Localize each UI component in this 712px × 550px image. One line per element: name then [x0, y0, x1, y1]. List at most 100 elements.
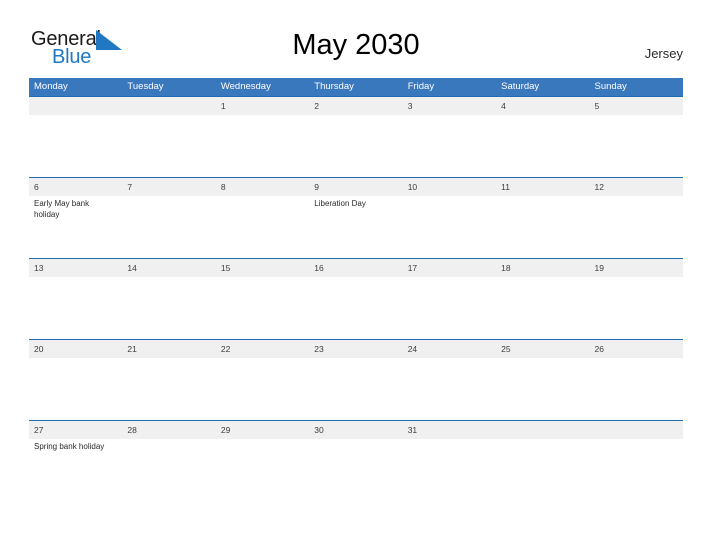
calendar-week-row: 6 7 8 9 10 11 12 Early May bank holiday … [29, 177, 683, 258]
day-number[interactable]: 24 [403, 340, 496, 358]
page-header: General Blue May 2030 Jersey [0, 0, 712, 78]
day-cell[interactable] [309, 115, 402, 176]
day-number[interactable]: 26 [590, 340, 683, 358]
day-number[interactable]: 1 [216, 97, 309, 115]
weekday-header-thursday: Thursday [314, 81, 354, 92]
week-event-band: Early May bank holiday Liberation Day [29, 196, 683, 257]
day-event-text: Early May bank holiday [34, 199, 90, 219]
calendar-week-row: 13 14 15 16 17 18 19 [29, 258, 683, 339]
calendar-week-row: 20 21 22 23 24 25 26 [29, 339, 683, 420]
day-cell[interactable] [496, 196, 589, 257]
day-number[interactable]: 30 [309, 421, 402, 439]
day-number[interactable]: 6 [29, 178, 122, 196]
day-number[interactable]: 2 [309, 97, 402, 115]
day-cell[interactable] [403, 115, 496, 176]
day-number[interactable]: 15 [216, 259, 309, 277]
day-number[interactable]: 3 [403, 97, 496, 115]
week-event-band: Spring bank holiday [29, 439, 683, 500]
week-event-band [29, 277, 683, 338]
page-title: May 2030 [292, 29, 420, 61]
day-cell[interactable] [216, 277, 309, 338]
day-number[interactable]: 29 [216, 421, 309, 439]
calendar-grid: Monday Tuesday Wednesday Thursday Friday… [29, 78, 683, 501]
day-number[interactable]: 13 [29, 259, 122, 277]
weekday-header-monday: Monday [34, 81, 68, 92]
day-number[interactable]: 23 [309, 340, 402, 358]
day-event-text: Spring bank holiday [34, 442, 105, 451]
weekday-header-tuesday: Tuesday [127, 81, 164, 92]
day-number[interactable]: 25 [496, 340, 589, 358]
day-cell[interactable] [590, 358, 683, 419]
weekday-header-row: Monday Tuesday Wednesday Thursday Friday… [29, 78, 683, 96]
week-number-band: 13 14 15 16 17 18 19 [29, 258, 683, 277]
day-cell[interactable] [496, 277, 589, 338]
day-number[interactable]: 12 [590, 178, 683, 196]
day-cell[interactable] [122, 439, 215, 500]
day-cell[interactable] [309, 277, 402, 338]
day-cell[interactable] [29, 115, 122, 176]
day-number[interactable]: 10 [403, 178, 496, 196]
week-number-band: 6 7 8 9 10 11 12 [29, 177, 683, 196]
day-cell[interactable] [590, 439, 683, 500]
day-cell[interactable]: Liberation Day [309, 196, 402, 257]
day-cell[interactable] [496, 115, 589, 176]
day-cell[interactable] [122, 277, 215, 338]
day-number[interactable]: 16 [309, 259, 402, 277]
day-cell[interactable] [216, 439, 309, 500]
day-cell[interactable] [122, 115, 215, 176]
day-number[interactable]: 21 [122, 340, 215, 358]
day-number[interactable] [122, 97, 215, 115]
day-cell[interactable] [590, 277, 683, 338]
day-cell[interactable] [590, 115, 683, 176]
day-cell[interactable] [403, 439, 496, 500]
day-cell[interactable] [216, 358, 309, 419]
weekday-header-friday: Friday [407, 81, 435, 92]
day-cell[interactable] [496, 358, 589, 419]
day-cell[interactable] [122, 358, 215, 419]
location-label: Jersey [644, 46, 683, 61]
day-number[interactable]: 27 [29, 421, 122, 439]
day-cell[interactable] [309, 439, 402, 500]
day-cell[interactable] [496, 439, 589, 500]
day-number[interactable]: 20 [29, 340, 122, 358]
day-number[interactable]: 8 [216, 178, 309, 196]
day-number[interactable]: 28 [122, 421, 215, 439]
week-number-band: 27 28 29 30 31 [29, 420, 683, 439]
calendar-week-row: 27 28 29 30 31 Spring bank holiday [29, 420, 683, 501]
day-cell[interactable] [122, 196, 215, 257]
day-number[interactable] [590, 421, 683, 439]
weekday-header-saturday: Saturday [501, 81, 540, 92]
day-cell[interactable] [29, 358, 122, 419]
day-number[interactable]: 5 [590, 97, 683, 115]
day-number[interactable]: 9 [309, 178, 402, 196]
week-number-band: 1 2 3 4 5 [29, 96, 683, 115]
weekday-header-sunday: Sunday [594, 81, 627, 92]
day-cell[interactable] [403, 196, 496, 257]
day-cell[interactable] [29, 277, 122, 338]
day-number[interactable]: 18 [496, 259, 589, 277]
day-number[interactable] [496, 421, 589, 439]
day-cell[interactable] [590, 196, 683, 257]
day-cell[interactable] [403, 358, 496, 419]
day-number[interactable]: 22 [216, 340, 309, 358]
weekday-header-wednesday: Wednesday [220, 81, 271, 92]
day-number[interactable]: 7 [122, 178, 215, 196]
day-cell[interactable]: Spring bank holiday [29, 439, 122, 500]
week-number-band: 20 21 22 23 24 25 26 [29, 339, 683, 358]
week-event-band [29, 115, 683, 176]
day-cell[interactable] [216, 196, 309, 257]
day-number[interactable]: 11 [496, 178, 589, 196]
day-event-text: Liberation Day [314, 199, 366, 208]
day-number[interactable]: 14 [122, 259, 215, 277]
day-number[interactable]: 4 [496, 97, 589, 115]
day-number[interactable]: 19 [590, 259, 683, 277]
day-cell[interactable] [403, 277, 496, 338]
day-cell[interactable]: Early May bank holiday [29, 196, 122, 257]
day-number[interactable] [29, 97, 122, 115]
day-cell[interactable] [216, 115, 309, 176]
calendar-week-row: 1 2 3 4 5 [29, 96, 683, 177]
day-number[interactable]: 17 [403, 259, 496, 277]
day-cell[interactable] [309, 358, 402, 419]
week-event-band [29, 358, 683, 419]
day-number[interactable]: 31 [403, 421, 496, 439]
